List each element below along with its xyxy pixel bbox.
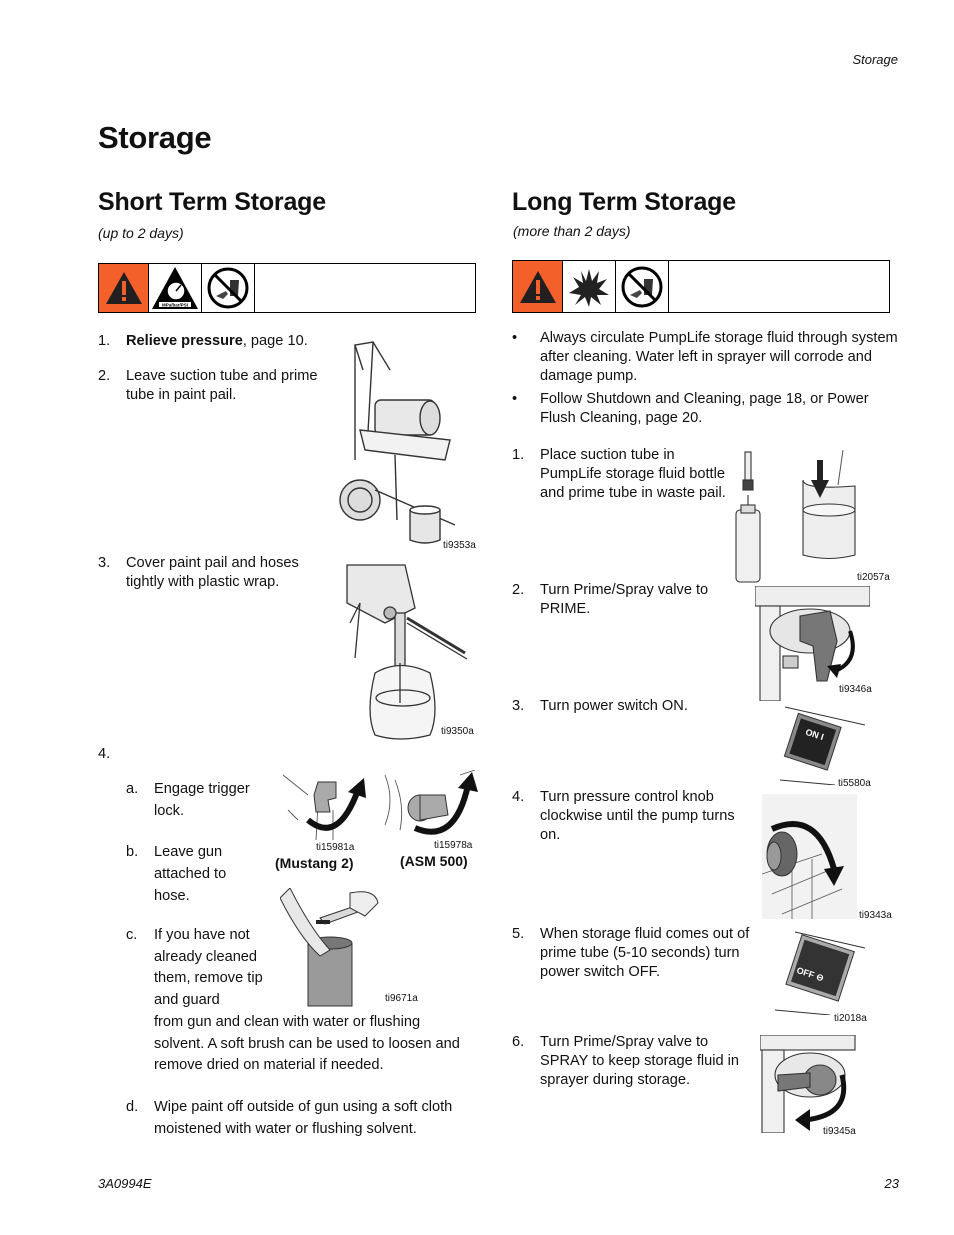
power-switch-off-figure: OFF ⊖: [770, 930, 870, 1015]
power-switch-on-illustration: ON I: [779, 706, 866, 785]
mustang-trigger-lock-figure: [278, 770, 368, 840]
running-head: Storage: [852, 52, 898, 67]
mustang-caption: (Mustang 2): [275, 855, 354, 871]
short-term-warning-table: MPa/bar/PSI: [98, 263, 476, 313]
svg-text:MPa/bar/PSI: MPa/bar/PSI: [162, 303, 188, 308]
storage-fluid-bottle-figure: [733, 450, 863, 585]
figure-id: ti9343a: [859, 910, 892, 921]
warning-text-area: [669, 261, 889, 312]
figure-id: ti9350a: [441, 726, 474, 737]
asm-caption: (ASM 500): [400, 853, 468, 869]
figure-id: ti2018a: [834, 1013, 867, 1024]
spray-valve-figure: [760, 1035, 860, 1133]
long-term-warning-table: [512, 260, 890, 313]
warning-triangle-icon: [99, 264, 149, 312]
long-term-title: Long Term Storage: [512, 188, 736, 216]
short-substep-c-continued: from gun and clean with water or flushin…: [154, 1014, 460, 1073]
no-hand-spray-icon: [616, 261, 669, 312]
power-switch-on-figure: ON I: [775, 705, 870, 785]
page-title: Storage: [98, 120, 212, 155]
trigger-lock-illustration: [384, 770, 478, 835]
trigger-lock-illustration: [282, 774, 366, 840]
figure-id: ti15981a: [316, 842, 355, 853]
cleaning-illustration: [280, 888, 379, 1007]
relieve-pressure-link[interactable]: Relieve pressure: [126, 333, 243, 349]
figure-id: ti15978a: [434, 840, 473, 851]
plastic-wrap-figure: [345, 563, 470, 743]
pressure-knob-figure: [762, 794, 857, 919]
figure-id: ti2057a: [857, 572, 890, 583]
asm-trigger-lock-figure: [380, 770, 480, 840]
pressure-gauge-icon: MPa/bar/PSI: [149, 264, 202, 312]
warning-triangle-icon: [513, 261, 563, 312]
pressure-knob-illustration: [762, 794, 857, 919]
sprayer-cart-illustration: [339, 341, 456, 544]
plastic-wrap-illustration: [346, 564, 468, 740]
bottle-pail-illustration: [735, 450, 856, 583]
figure-id: ti9346a: [839, 684, 872, 695]
doc-number: 3A0994E: [98, 1176, 152, 1191]
spray-valve-illustration: [760, 1035, 856, 1133]
no-hand-spray-icon: [202, 264, 255, 312]
figure-id: ti9345a: [823, 1126, 856, 1137]
figure-id: ti5580a: [838, 778, 871, 789]
figure-id: ti9353a: [443, 540, 476, 551]
figure-id: ti9671a: [385, 993, 418, 1004]
power-switch-off-illustration: OFF ⊖: [774, 931, 866, 1015]
short-term-subtitle: (up to 2 days): [98, 225, 184, 241]
sprayer-cart-figure: [335, 340, 465, 550]
explosion-icon: [563, 261, 616, 312]
cleaning-tip-figure: [280, 888, 380, 1008]
warning-text-area: [255, 264, 475, 312]
short-term-title: Short Term Storage: [98, 188, 326, 216]
long-term-subtitle: (more than 2 days): [513, 223, 631, 239]
page-number: 23: [884, 1176, 899, 1191]
